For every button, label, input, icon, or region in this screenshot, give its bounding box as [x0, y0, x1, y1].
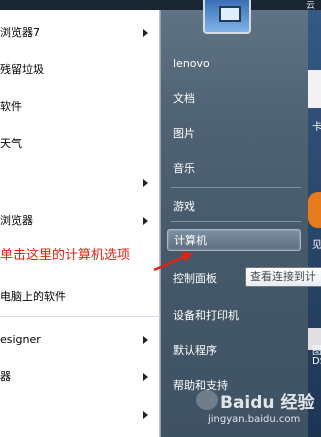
program-label: 软件: [0, 100, 22, 113]
place-label: 文档: [173, 92, 195, 105]
baidu-paw-icon: [196, 390, 218, 410]
program-item[interactable]: 残留垃圾: [0, 57, 160, 83]
program-label: 浏览器7: [0, 26, 40, 39]
programs-pane: 浏览器7 残留垃圾 软件 天气 浏览器 电脑上的软件 esigner 器: [0, 10, 160, 437]
desktop-icon-label: 图: [312, 346, 321, 357]
submenu-arrow-icon: [143, 411, 148, 419]
desktop-top-strip: 云: [0, 0, 321, 11]
divider: [0, 316, 160, 317]
submenu-arrow-icon: [143, 373, 148, 381]
place-label: 图片: [173, 127, 195, 140]
submenu-arrow-icon: [143, 29, 148, 37]
submenu-arrow-icon: [143, 179, 148, 187]
program-label: 残留垃圾: [0, 63, 44, 76]
place-label: 计算机: [174, 234, 207, 247]
tooltip-text: 查看连接到计: [250, 270, 316, 283]
place-item-pictures[interactable]: 图片: [173, 123, 195, 145]
program-label: 电脑上的软件: [0, 290, 66, 303]
program-label: esigner: [0, 333, 41, 346]
tooltip: 查看连接到计: [245, 267, 321, 287]
place-item-user[interactable]: lenovo: [173, 53, 210, 75]
submenu-arrow-icon: [143, 217, 148, 225]
place-item-devices-printers[interactable]: 设备和打印机: [173, 305, 239, 327]
place-item-games[interactable]: 游戏: [173, 196, 195, 218]
place-label: 游戏: [173, 200, 195, 213]
program-item[interactable]: 浏览器7: [0, 20, 160, 46]
place-label: 音乐: [173, 162, 195, 175]
place-item-documents[interactable]: 文档: [173, 88, 195, 110]
program-item[interactable]: 浏览器: [0, 208, 160, 234]
program-item[interactable]: [0, 402, 160, 428]
program-item[interactable]: [0, 170, 160, 196]
program-item[interactable]: 电脑上的软件: [0, 284, 160, 310]
user-picture[interactable]: [203, 0, 251, 34]
place-item-computer[interactable]: 计算机: [167, 229, 301, 251]
place-label: lenovo: [173, 57, 210, 70]
red-arrow-icon: [153, 252, 192, 272]
computer-monitor-icon: [219, 6, 241, 22]
divider: [171, 221, 301, 222]
place-label: 默认程序: [173, 344, 217, 357]
desktop-icon-label: 卡: [312, 122, 321, 133]
places-pane: lenovo 文档 图片 音乐 游戏 计算机 控制面板 设备和打印机 默认程序 …: [160, 10, 308, 437]
annotation-text: 单击这里的计算机选项: [0, 248, 131, 263]
baidu-jingyan-watermark: Baidu 经验 jingyan.baidu.com: [196, 388, 314, 434]
watermark-url: jingyan.baidu.com: [208, 414, 301, 425]
program-item[interactable]: 器: [0, 364, 160, 390]
program-item[interactable]: 软件: [0, 94, 160, 120]
submenu-arrow-icon: [143, 336, 148, 344]
program-label: 天气: [0, 137, 22, 150]
place-label: 设备和打印机: [173, 309, 239, 322]
desktop-icon[interactable]: [308, 70, 321, 108]
place-item-default-programs[interactable]: 默认程序: [173, 340, 217, 362]
program-item[interactable]: esigner: [0, 327, 160, 353]
program-label: 器: [0, 370, 11, 383]
watermark-brand: Baidu 经验: [220, 393, 315, 413]
program-item[interactable]: 天气: [0, 131, 160, 157]
place-item-music[interactable]: 音乐: [173, 158, 195, 180]
desktop-app-icon[interactable]: [308, 192, 321, 228]
place-label: 控制面板: [173, 272, 217, 285]
divider: [171, 187, 301, 188]
program-label: 浏览器: [0, 214, 33, 227]
desktop-icon-label: 见: [312, 240, 321, 251]
desktop-icon-label: DS: [312, 356, 321, 367]
desktop-background: [308, 10, 321, 437]
